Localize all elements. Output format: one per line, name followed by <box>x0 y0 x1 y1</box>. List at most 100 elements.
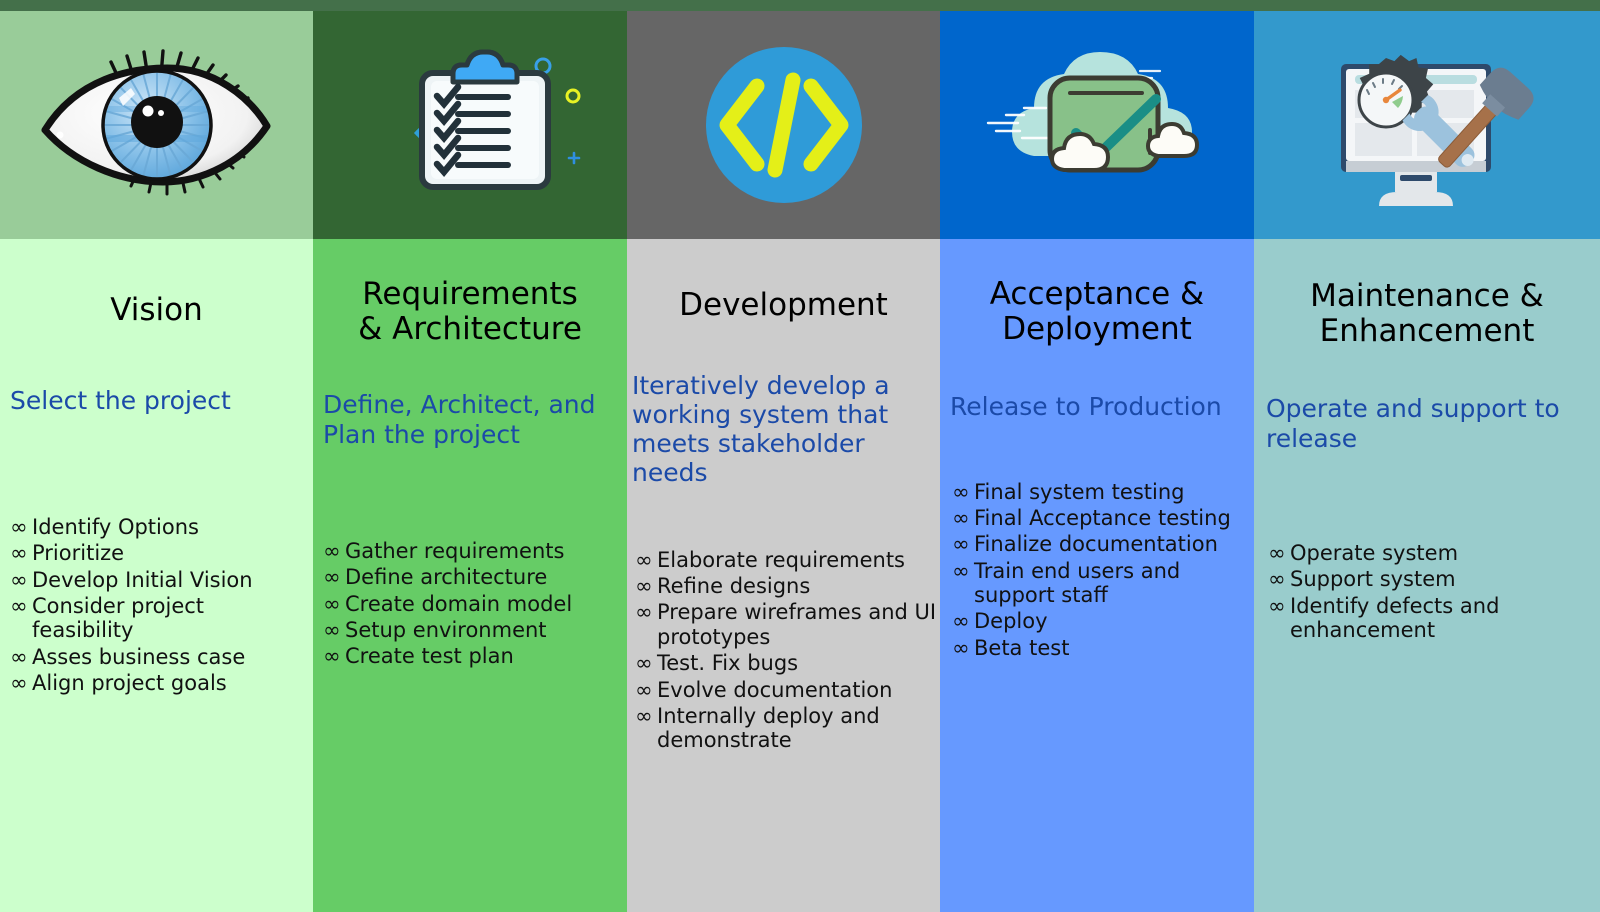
infinity-bullet-icon: ∞ <box>10 644 28 669</box>
list-item: ∞ Identify Options <box>10 515 307 539</box>
stage-bullet-list: ∞ Gather requirements ∞ Define architect… <box>313 539 627 669</box>
top-accent-strip <box>0 0 1600 11</box>
infinity-bullet-icon: ∞ <box>323 644 341 669</box>
infinity-bullet-icon: ∞ <box>635 651 653 676</box>
stage-subtitle: Iteratively develop a working system tha… <box>632 370 890 488</box>
list-item-label: Setup environment <box>345 618 547 643</box>
list-item: ∞ Create domain model <box>323 592 621 616</box>
stage-bullet-list: ∞ Operate system ∞ Support system ∞ Iden… <box>1254 541 1600 642</box>
list-item: ∞ Identify defects and enhancement <box>1268 594 1594 643</box>
stage-subtitle: Define, Architect, and Plan the project <box>323 390 596 449</box>
infinity-bullet-icon: ∞ <box>635 677 653 702</box>
stage-bullet-list: ∞ Final system testing ∞ Final Acceptanc… <box>940 480 1254 661</box>
list-item: ∞ Final Acceptance testing <box>952 506 1250 530</box>
stage-column-maintenance-enhancement[interactable]: Maintenance & Enhancement Operate and su… <box>1254 11 1600 912</box>
infinity-bullet-icon: ∞ <box>952 532 970 557</box>
list-item-label: Elaborate requirements <box>657 547 906 572</box>
list-item-label: Final system testing <box>974 479 1185 504</box>
list-item: ∞ Align project goals <box>10 671 307 695</box>
list-item-label: Beta test <box>974 635 1070 660</box>
list-item: ∞ Prepare wireframes and UI prototypes <box>635 600 938 649</box>
infinity-bullet-icon: ∞ <box>952 558 970 583</box>
list-item-label: Create domain model <box>345 591 573 616</box>
list-item-label: Consider project feasibility <box>32 594 205 643</box>
stage-title: Requirements & Architecture <box>358 276 582 347</box>
infinity-bullet-icon: ∞ <box>1268 593 1286 618</box>
stage-title: Acceptance & Deployment <box>989 276 1205 347</box>
stage-title: Maintenance & Enhancement <box>1310 278 1544 349</box>
list-item-label: Operate system <box>1290 540 1459 565</box>
infinity-bullet-icon: ∞ <box>952 479 970 504</box>
stage-subtitle: Release to Production <box>950 392 1222 422</box>
stage-bullet-list: ∞ Identify Options ∞ Prioritize ∞ Develo… <box>0 515 313 696</box>
list-item-label: Identify defects and enhancement <box>1290 593 1500 643</box>
infinity-bullet-icon: ∞ <box>10 541 28 566</box>
list-item-label: Test. Fix bugs <box>657 651 799 676</box>
infinity-bullet-icon: ∞ <box>323 538 341 563</box>
infinity-bullet-icon: ∞ <box>635 574 653 599</box>
stage-title: Development <box>679 287 888 323</box>
list-item-label: Evolve documentation <box>657 677 893 702</box>
infinity-bullet-icon: ∞ <box>635 600 653 625</box>
stage-header-vision <box>0 11 313 239</box>
stage-body-development: Development Iteratively develop a workin… <box>627 239 940 912</box>
list-item: ∞ Evolve documentation <box>635 678 938 702</box>
infinity-bullet-icon: ∞ <box>1268 540 1286 565</box>
list-item: ∞ Support system <box>1268 567 1594 591</box>
list-item: ∞ Train end users and support staff <box>952 559 1250 608</box>
list-item-label: Identify Options <box>32 514 199 539</box>
infinity-bullet-icon: ∞ <box>1268 567 1286 592</box>
list-item: ∞ Final system testing <box>952 480 1250 504</box>
infinity-bullet-icon: ∞ <box>635 703 653 728</box>
code-brackets-icon <box>627 11 940 239</box>
list-item-label: Create test plan <box>345 644 514 669</box>
list-item-label: Final Acceptance testing <box>974 506 1231 531</box>
clipboard-checklist-icon <box>313 11 627 239</box>
list-item: ∞ Prioritize <box>10 541 307 565</box>
list-item: ∞ Setup environment <box>323 618 621 642</box>
stage-bullet-list: ∞ Elaborate requirements ∞ Refine design… <box>627 548 940 753</box>
list-item-label: Asses business case <box>32 644 246 669</box>
list-item: ∞ Finalize documentation <box>952 532 1250 556</box>
infinity-bullet-icon: ∞ <box>952 609 970 634</box>
stage-body-vision: Vision Select the project ∞ Identify Opt… <box>0 239 313 912</box>
list-item: ∞ Refine designs <box>635 574 938 598</box>
list-item-label: Gather requirements <box>345 538 565 563</box>
list-item-label: Define architecture <box>345 565 548 590</box>
infinity-bullet-icon: ∞ <box>952 506 970 531</box>
stage-column-vision[interactable]: Vision Select the project ∞ Identify Opt… <box>0 11 313 912</box>
list-item-label: Refine designs <box>657 574 811 599</box>
stage-column-requirements-architecture[interactable]: Requirements & Architecture Define, Arch… <box>313 11 627 912</box>
list-item: ∞ Deploy <box>952 609 1250 633</box>
stage-header-maintenance-enhancement <box>1254 11 1600 239</box>
stage-column-development[interactable]: Development Iteratively develop a workin… <box>627 11 940 912</box>
infinity-bullet-icon: ∞ <box>635 547 653 572</box>
infinity-bullet-icon: ∞ <box>10 567 28 592</box>
stage-body-maintenance-enhancement: Maintenance & Enhancement Operate and su… <box>1254 239 1600 912</box>
list-item: ∞ Consider project feasibility <box>10 594 307 643</box>
list-item-label: Prepare wireframes and UI prototypes <box>657 600 937 649</box>
list-item: ∞ Beta test <box>952 636 1250 660</box>
list-item: ∞ Develop Initial Vision <box>10 568 307 592</box>
stage-header-acceptance-deployment <box>940 11 1254 239</box>
stage-body-acceptance-deployment: Acceptance & Deployment Release to Produ… <box>940 239 1254 912</box>
list-item-label: Prioritize <box>32 541 125 566</box>
infinity-bullet-icon: ∞ <box>10 671 28 696</box>
stage-subtitle: Operate and support to release <box>1266 394 1560 453</box>
list-item: ∞ Internally deploy and demonstrate <box>635 704 938 753</box>
list-item-label: Support system <box>1290 567 1456 592</box>
list-item-label: Train end users and support staff <box>974 558 1181 608</box>
list-item: ∞ Elaborate requirements <box>635 548 938 572</box>
infinity-bullet-icon: ∞ <box>323 618 341 643</box>
infinity-bullet-icon: ∞ <box>952 635 970 660</box>
lifecycle-diagram: Vision Select the project ∞ Identify Opt… <box>0 0 1600 912</box>
list-item-label: Deploy <box>974 609 1048 634</box>
list-item: ∞ Asses business case <box>10 645 307 669</box>
stage-column-acceptance-deployment[interactable]: Acceptance & Deployment Release to Produ… <box>940 11 1254 912</box>
infinity-bullet-icon: ∞ <box>323 565 341 590</box>
list-item: ∞ Gather requirements <box>323 539 621 563</box>
list-item-label: Develop Initial Vision <box>32 567 253 592</box>
list-item-label: Internally deploy and demonstrate <box>657 703 880 753</box>
infinity-bullet-icon: ∞ <box>323 591 341 616</box>
stage-body-requirements-architecture: Requirements & Architecture Define, Arch… <box>313 239 627 912</box>
